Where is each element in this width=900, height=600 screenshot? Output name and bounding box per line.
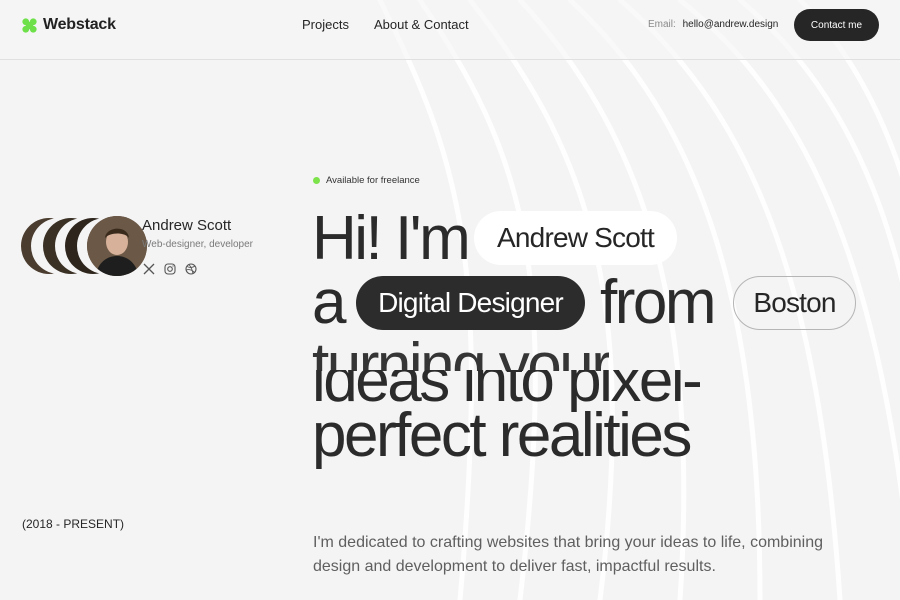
page: Webstack Projects About & Contact Email:… (0, 0, 900, 600)
top-header: Webstack Projects About & Contact Email:… (0, 0, 900, 60)
headline-greeting: Hi! I'm (312, 204, 471, 273)
main-nav: Projects About & Contact (302, 17, 494, 32)
dribbble-icon[interactable] (184, 262, 198, 276)
headline-from: from (600, 268, 717, 337)
email-label: Email: (648, 19, 676, 30)
hero-description: I'm dedicated to crafting websites that … (313, 534, 823, 575)
avatar-stack (21, 216, 147, 276)
avatar-portrait-icon (87, 216, 147, 276)
logo-icon (22, 17, 37, 33)
instagram-icon[interactable] (163, 262, 177, 276)
city-pill: Boston (733, 276, 856, 330)
avatar (87, 216, 147, 276)
headline-turning: turning your (312, 335, 610, 371)
status-dot-icon (313, 177, 320, 184)
career-period: (2018 - PRESENT) (22, 517, 125, 531)
logo-text: Webstack (43, 16, 116, 33)
social-links (142, 262, 205, 276)
role-pill: Digital Designer (356, 276, 585, 330)
availability-badge: Available for freelance (313, 175, 420, 186)
header-email: Email: hello@andrew.design (648, 19, 778, 30)
headline-article: a (312, 268, 346, 337)
logo[interactable]: Webstack (22, 16, 116, 34)
profile-role: Web-designer, developer (142, 239, 253, 250)
name-pill: Andrew Scott (474, 211, 677, 265)
contact-me-button[interactable]: Contact me (794, 9, 879, 41)
nav-projects[interactable]: Projects (302, 17, 349, 32)
email-link[interactable]: hello@andrew.design (683, 19, 779, 30)
profile-name: Andrew Scott (142, 217, 232, 234)
headline-realities: perfect realities (312, 401, 692, 470)
nav-about-contact[interactable]: About & Contact (374, 17, 469, 32)
availability-text: Available for freelance (326, 175, 420, 186)
x-icon[interactable] (142, 262, 156, 276)
